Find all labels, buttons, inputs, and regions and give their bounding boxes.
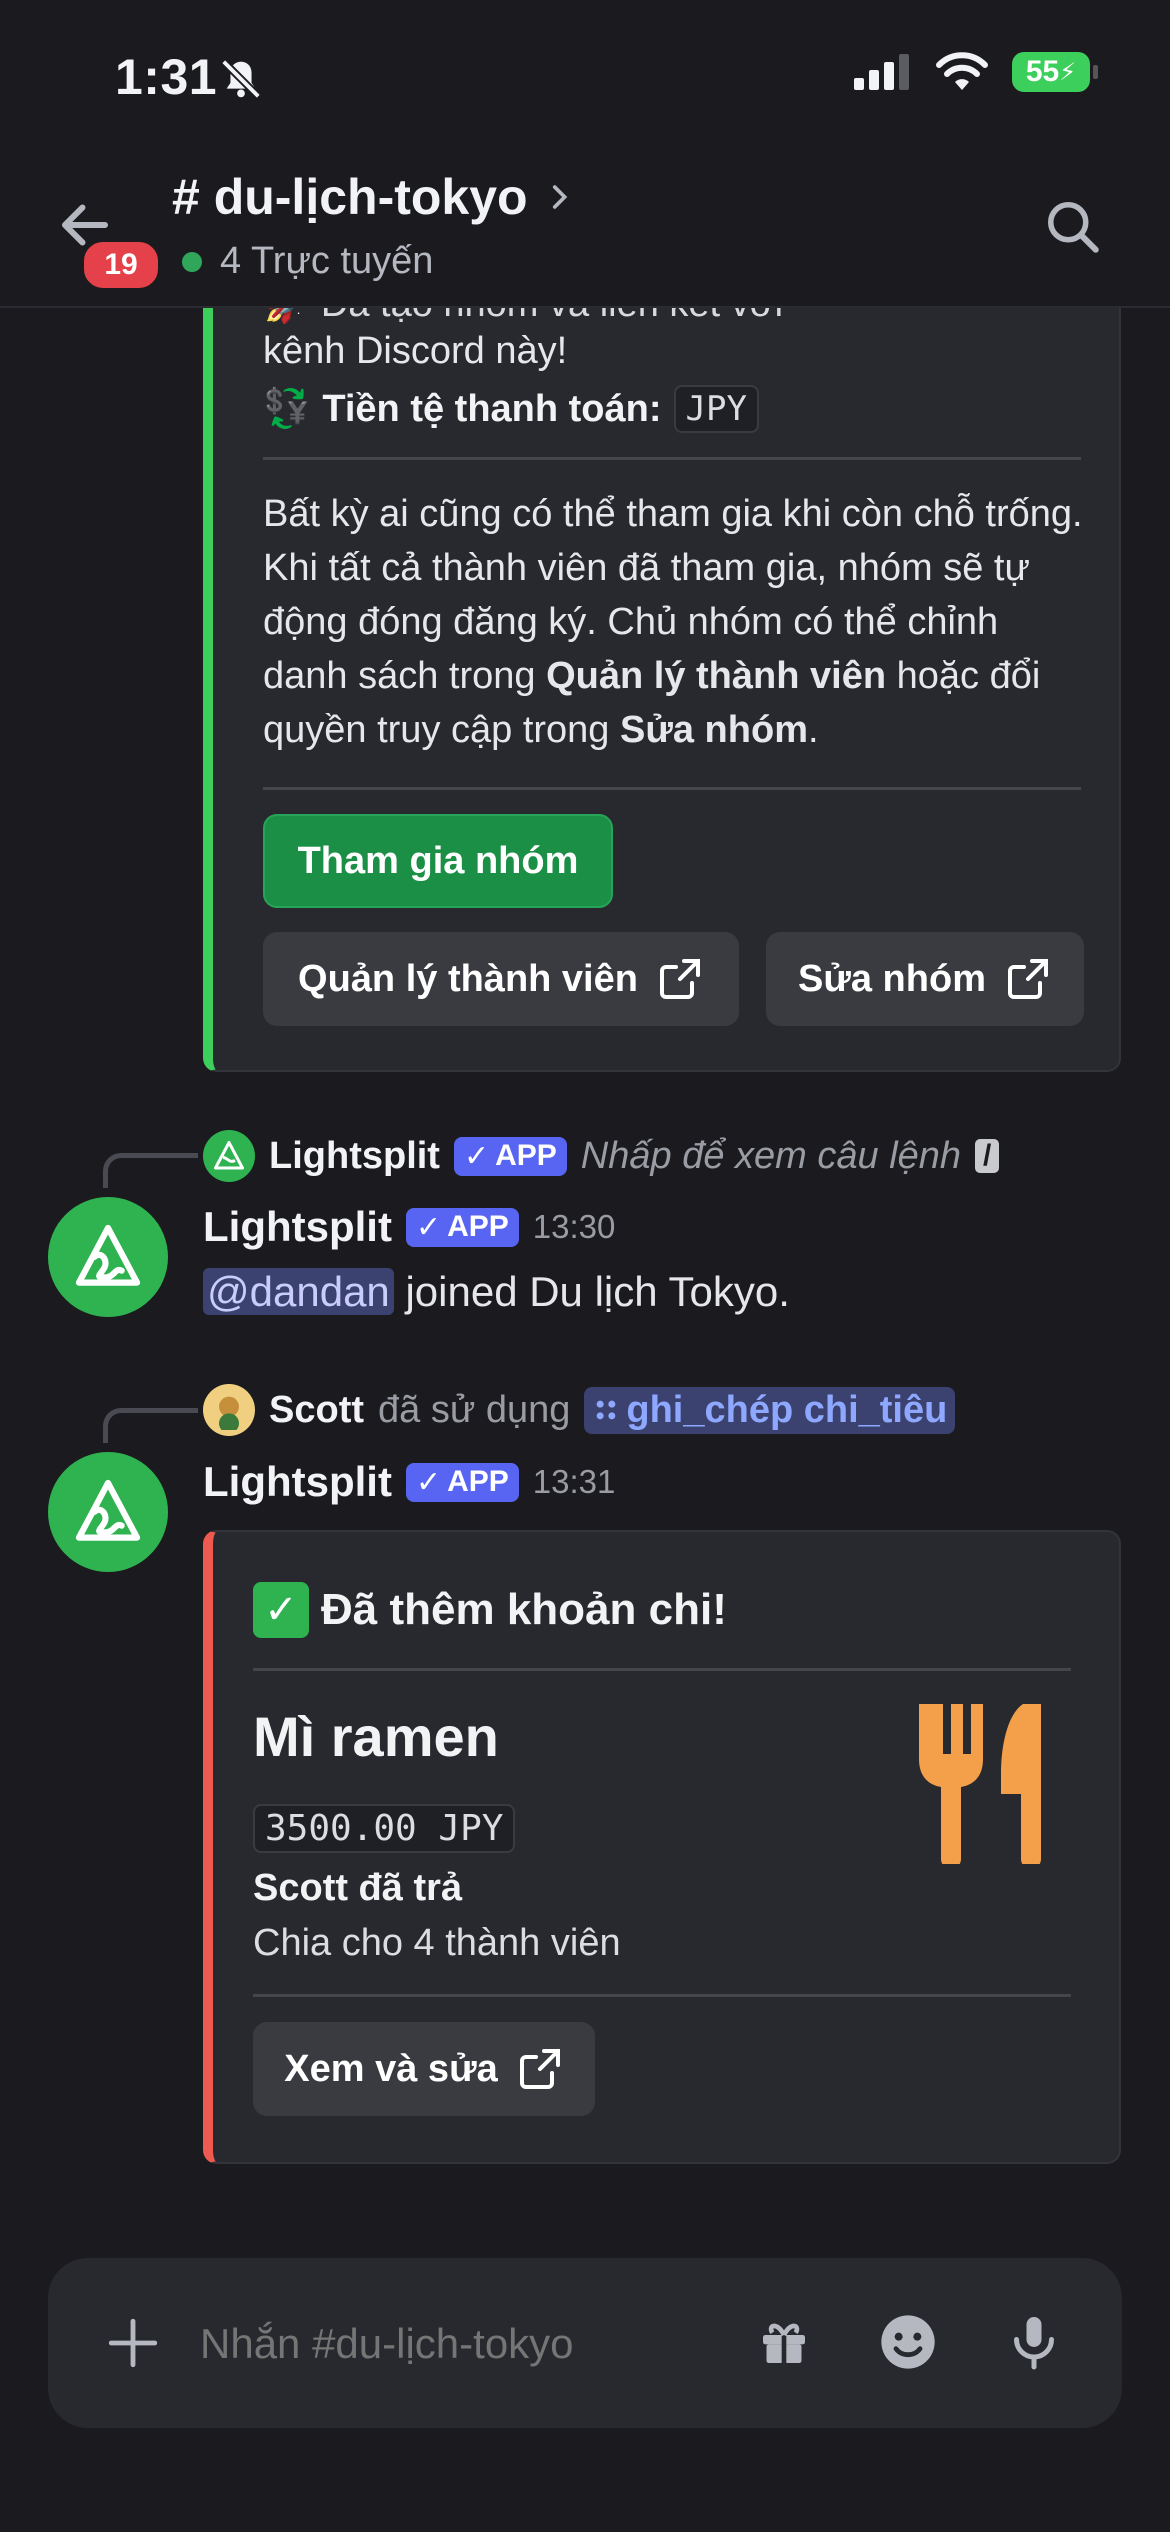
message-header: Lightsplit ✓ APP 13:30 — [203, 1203, 615, 1251]
expense-title: ✓ Đã thêm khoản chi! — [253, 1582, 727, 1638]
timestamp: 13:30 — [532, 1208, 616, 1245]
command-pill[interactable]: ghi_chép chi_tiêu — [584, 1386, 956, 1434]
scott-mini-avatar — [203, 1384, 255, 1436]
split-info: Chia cho 4 thành viên — [253, 1922, 621, 1964]
emoji-icon[interactable] — [876, 2310, 940, 2374]
expense-item-name: Mì ramen — [253, 1705, 499, 1768]
currency-row: 💱 Tiền tệ thanh toán: JPY — [263, 385, 759, 433]
expense-embed: ✓ Đã thêm khoản chi! Mì ramen 3500.00 JP… — [203, 1530, 1121, 2164]
edit-group-button[interactable]: Sửa nhóm — [766, 932, 1084, 1026]
currency-value: JPY — [673, 385, 759, 433]
timestamp: 13:31 — [532, 1463, 616, 1500]
battery-indicator: 55 ⚡ — [1012, 52, 1098, 92]
search-icon[interactable] — [1042, 196, 1102, 256]
app-command-icon — [597, 1400, 616, 1420]
external-link-icon — [659, 959, 700, 999]
gift-icon[interactable] — [756, 2314, 812, 2370]
reply-preview[interactable]: Lightsplit ✓ APP Nhấp để xem câu lệnh / — [203, 1130, 1000, 1182]
lightsplit-mini-avatar — [203, 1130, 255, 1182]
lightsplit-avatar[interactable] — [48, 1452, 168, 1572]
author-name[interactable]: Lightsplit — [203, 1203, 392, 1251]
online-status: 4 Trực tuyến — [182, 240, 433, 283]
divider — [263, 457, 1081, 460]
command-used-text: đã sử dụng — [378, 1388, 571, 1431]
check-mark-icon: ✓ — [253, 1582, 309, 1638]
external-link-icon — [1007, 959, 1048, 999]
wifi-icon — [936, 52, 988, 90]
channel-title[interactable]: # du-lịch-tokyo — [172, 168, 576, 226]
expense-amount: 3500.00 JPY — [253, 1804, 516, 1853]
user-mention[interactable]: @dandan — [203, 1268, 394, 1315]
join-group-button[interactable]: Tham gia nhóm — [263, 814, 613, 908]
plus-icon[interactable] — [104, 2314, 162, 2372]
reply-author: Lightsplit — [269, 1134, 440, 1177]
embed-description: Bất kỳ ai cũng có thể tham gia khi còn c… — [263, 493, 1083, 751]
slash-command-icon: / — [975, 1139, 1000, 1173]
embed-text-line: kênh Discord này! — [263, 330, 568, 372]
chevron-right-icon — [552, 185, 567, 209]
currency-exchange-icon: 💱 — [263, 388, 311, 430]
reply-connector — [103, 1408, 198, 1443]
message-input[interactable] — [198, 2308, 762, 2380]
message-header: Lightsplit ✓ APP 13:31 — [203, 1458, 615, 1506]
lightsplit-avatar[interactable] — [48, 1197, 168, 1317]
signal-icon — [854, 54, 909, 90]
reply-connector — [103, 1153, 198, 1188]
reply-hint: Nhấp để xem câu lệnh — [580, 1134, 962, 1177]
divider — [253, 1668, 1071, 1671]
divider — [263, 787, 1081, 790]
bell-muted-icon — [221, 59, 261, 99]
unread-badge: 19 — [80, 238, 162, 292]
manage-members-button[interactable]: Quản lý thành viên — [263, 932, 739, 1026]
view-edit-button[interactable]: Xem và sửa — [253, 2022, 595, 2116]
status-time: 1:31 — [115, 49, 218, 105]
fork-knife-icon — [919, 1704, 1041, 1864]
online-dot — [182, 251, 202, 272]
app-tag: ✓ APP — [405, 1207, 519, 1247]
app-tag: ✓ APP — [405, 1462, 519, 1502]
author-name[interactable]: Lightsplit — [203, 1458, 392, 1506]
command-user: Scott — [269, 1388, 364, 1431]
microphone-icon[interactable] — [1004, 2312, 1064, 2372]
divider — [253, 1994, 1071, 1997]
message-composer — [48, 2258, 1122, 2428]
currency-label: Tiền tệ thanh toán: — [322, 387, 662, 430]
paid-by: Scott đã trả — [253, 1867, 463, 1909]
status-indicators: 55 ⚡ — [854, 52, 1098, 92]
app-tag: ✓ APP — [453, 1136, 567, 1176]
message-body: @dandan joined Du lịch Tokyo. — [203, 1268, 790, 1316]
external-link-icon — [519, 2049, 560, 2089]
command-preview[interactable]: Scott đã sử dụng ghi_chép chi_tiêu — [203, 1384, 956, 1436]
